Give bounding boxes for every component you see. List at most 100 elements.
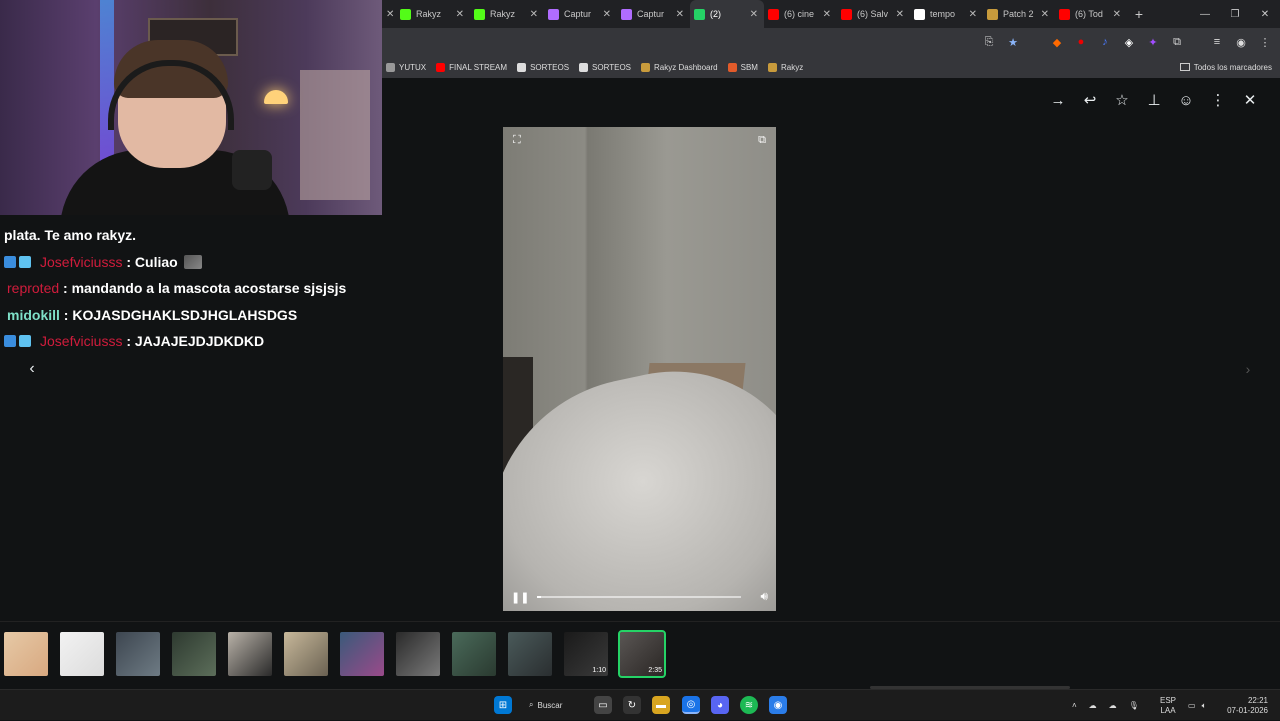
profile-avatar-icon[interactable]: ◉ — [1234, 35, 1248, 49]
bookmark-item[interactable]: SBM — [727, 62, 758, 72]
bookmark-icon — [727, 62, 737, 72]
discord-icon[interactable]: ◕ — [711, 696, 729, 714]
network-volume-group[interactable]: ▭ 🔈︎ — [1188, 690, 1206, 721]
chat-text: JAJAJEJDJDKDKD — [134, 333, 265, 350]
media-thumbnail[interactable] — [396, 632, 440, 676]
tab-title: Captur — [637, 9, 665, 19]
tab[interactable]: Patch 2 ✕ — [983, 0, 1055, 28]
language-indicator[interactable]: ESP LAA — [1160, 690, 1176, 721]
chat-username[interactable]: Josefviciusss — [40, 254, 122, 270]
close-icon[interactable]: ✕ — [676, 9, 684, 20]
minimize-icon[interactable]: — — [1190, 9, 1220, 20]
bookmark-item[interactable]: Rakyz — [767, 62, 803, 72]
extension-fox-icon[interactable]: ◆ — [1050, 35, 1064, 49]
tab[interactable]: Captur ✕ — [617, 0, 690, 28]
tab[interactable]: (6) Salv ✕ — [837, 0, 910, 28]
media-thumbnail[interactable] — [284, 632, 328, 676]
tab-title: (6) Tod — [1075, 9, 1103, 19]
app-sync-icon[interactable]: ↻ — [623, 696, 641, 714]
pin-icon[interactable]: ⊥ — [1144, 88, 1164, 112]
forward-icon[interactable]: → — [1048, 88, 1068, 112]
tray-app-icon[interactable]: ☁ — [1089, 701, 1097, 710]
close-icon[interactable]: ✕ — [456, 9, 464, 20]
extensions-puzzle-icon[interactable]: ⧉ — [1170, 35, 1184, 49]
task-view-icon[interactable]: ▭ — [594, 696, 612, 714]
close-icon[interactable]: ✕ — [750, 9, 758, 20]
media-thumbnail[interactable]: 2:35 — [618, 630, 666, 678]
pause-icon[interactable]: ❚❚ — [511, 591, 529, 604]
bookmark-item[interactable]: Rakyz Dashboard — [641, 62, 718, 72]
taskbar-search[interactable]: ⌕ Buscar — [529, 695, 579, 715]
chat-username[interactable]: Josefviciusss — [40, 333, 122, 349]
close-icon[interactable]: ✕ — [603, 9, 611, 20]
tab[interactable]: Captur ✕ — [544, 0, 617, 28]
tray-expand-icon[interactable]: ˄ — [1072, 701, 1077, 710]
bookmark-item[interactable]: SORTEOS — [579, 62, 631, 72]
fullscreen-icon[interactable]: ⛶ — [513, 134, 521, 147]
media-thumbnail[interactable] — [508, 632, 552, 676]
close-icon[interactable]: ✕ — [823, 9, 831, 20]
tab[interactable]: (6) Tod ✕ — [1055, 0, 1127, 28]
tray-cloud-icon[interactable]: ☁ — [1109, 701, 1117, 710]
install-app-icon[interactable]: ⎘ — [982, 35, 996, 49]
media-thumbnail[interactable] — [60, 632, 104, 676]
media-thumbnail[interactable] — [172, 632, 216, 676]
close-icon[interactable]: ✕ — [1240, 88, 1260, 112]
extension-red-icon[interactable]: ● — [1074, 35, 1088, 49]
bookmark-item[interactable]: SORTEOS — [517, 62, 569, 72]
start-menu-icon[interactable]: ⊞ — [494, 696, 512, 714]
tab[interactable]: (2) ✕ — [690, 0, 764, 28]
app-blue-icon[interactable]: ◉ — [769, 696, 787, 714]
media-thumbnail[interactable] — [4, 632, 48, 676]
clock[interactable]: 22:21 07-01-2026 — [1222, 690, 1268, 721]
bookmark-star-icon[interactable]: ★ — [1006, 35, 1020, 49]
chat-separator: : — [122, 333, 135, 350]
media-thumbnail[interactable] — [452, 632, 496, 676]
browser-tab-strip: ✕ Rakyz ✕ Rakyz ✕ Captur ✕ Captur ✕ (2) ✕ (6) cine… — [382, 0, 1280, 28]
all-bookmarks[interactable]: Todos los marcadores — [1179, 63, 1272, 72]
media-thumbnail[interactable] — [116, 632, 160, 676]
next-media-button[interactable]: › — [1236, 358, 1260, 380]
extension-blue-icon[interactable]: ♪ — [1098, 35, 1112, 49]
video-progress-bar[interactable] — [537, 596, 741, 598]
close-icon[interactable]: ✕ — [969, 9, 977, 20]
browser-menu-icon[interactable]: ⋮ — [1258, 35, 1272, 49]
chat-username[interactable]: midokill — [7, 307, 60, 323]
reply-icon[interactable]: ↩ — [1080, 88, 1100, 112]
close-icon[interactable]: ✕ — [386, 9, 394, 20]
chrome-icon[interactable]: ◎ — [682, 696, 700, 714]
extension-purple-icon[interactable]: ✦ — [1146, 35, 1160, 49]
tab-overflow[interactable]: ✕ — [382, 0, 396, 28]
close-icon[interactable]: ✕ — [896, 9, 904, 20]
maximize-icon[interactable]: ❐ — [1220, 9, 1250, 20]
picture-in-picture-icon[interactable]: ⧉ — [758, 134, 766, 147]
chat-username[interactable]: reproted — [7, 280, 59, 296]
new-tab-button[interactable]: + — [1127, 6, 1151, 22]
tab[interactable]: Rakyz ✕ — [470, 0, 544, 28]
video-player[interactable]: ⛶ ⧉ ❚❚ 🔊︎ — [503, 127, 776, 611]
spotify-icon[interactable]: ≋ — [740, 696, 758, 714]
more-icon[interactable]: ⋮ — [1208, 88, 1228, 112]
bookmark-label: Rakyz Dashboard — [654, 62, 718, 72]
media-thumbnail[interactable]: 1:10 — [564, 632, 608, 676]
media-thumbnail[interactable] — [340, 632, 384, 676]
window-close-icon[interactable]: ✕ — [1250, 9, 1280, 20]
extension-diamond-icon[interactable]: ◈ — [1122, 35, 1136, 49]
media-thumbnail[interactable] — [228, 632, 272, 676]
file-explorer-icon[interactable]: ▬ — [652, 696, 670, 714]
microphone-icon[interactable]: 🎙︎ — [1129, 701, 1139, 710]
volume-icon[interactable]: 🔊︎ — [760, 589, 768, 604]
star-icon[interactable]: ☆ — [1112, 88, 1132, 112]
close-icon[interactable]: ✕ — [530, 9, 538, 20]
pen-icon — [621, 8, 632, 20]
close-icon[interactable]: ✕ — [1113, 9, 1121, 20]
bookmark-item[interactable]: YUTUX — [386, 62, 426, 72]
bookmark-item[interactable]: FINAL STREAM — [436, 62, 507, 72]
tab[interactable]: tempo ✕ — [910, 0, 983, 28]
previous-media-button[interactable]: ‹ — [20, 358, 44, 380]
tab[interactable]: (6) cine ✕ — [764, 0, 837, 28]
emoji-icon[interactable]: ☺ — [1176, 88, 1196, 112]
close-icon[interactable]: ✕ — [1041, 9, 1049, 20]
tab[interactable]: Rakyz ✕ — [396, 0, 470, 28]
media-control-icon[interactable]: ≡ — [1210, 35, 1224, 49]
